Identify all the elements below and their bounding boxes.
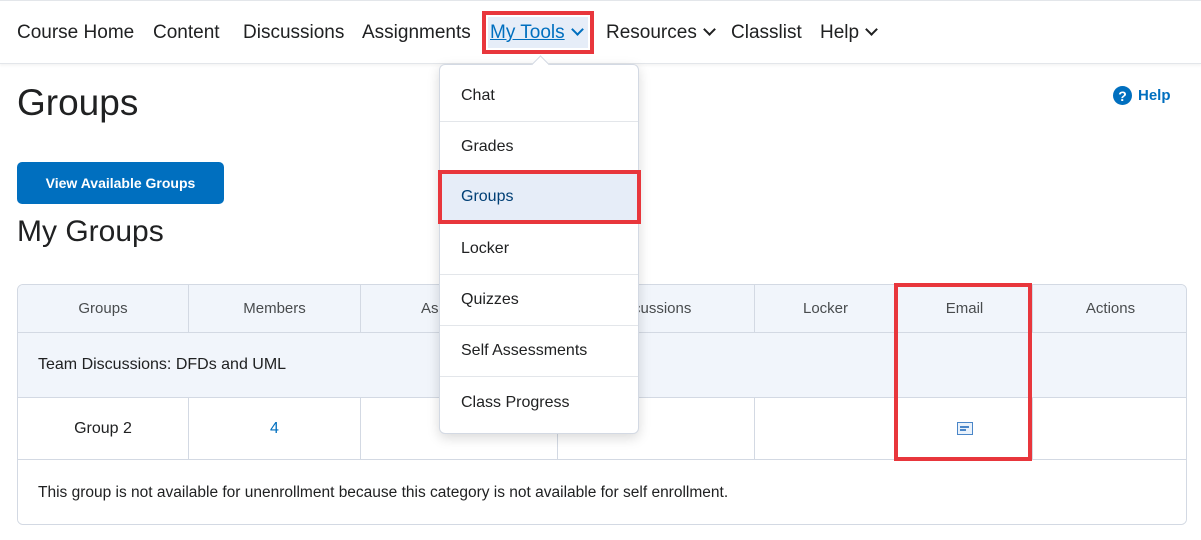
email-cell — [897, 398, 1033, 459]
column-header-email: Email — [897, 285, 1033, 332]
menu-item-locker[interactable]: Locker — [440, 224, 638, 275]
unenrollment-note: This group is not available for unenroll… — [38, 484, 729, 501]
menu-item-groups-label: Groups — [461, 188, 514, 205]
chevron-down-icon — [865, 23, 878, 36]
nav-resources[interactable]: Resources — [606, 22, 716, 44]
view-available-groups-button[interactable]: View Available Groups — [17, 162, 224, 204]
nav-classlist[interactable]: Classlist — [731, 22, 802, 44]
nav-my-tools-text: My Tools — [490, 22, 565, 43]
menu-item-self-assessments[interactable]: Self Assessments — [440, 326, 638, 377]
nav-my-tools-label[interactable]: My Tools — [490, 22, 584, 44]
help-link-label: Help — [1138, 87, 1171, 104]
column-header-groups: Groups — [18, 285, 189, 332]
menu-item-groups[interactable]: Groups — [438, 170, 641, 224]
nav-help-label: Help — [820, 22, 860, 43]
members-cell: 4 — [189, 398, 361, 459]
category-title: Team Discussions: DFDs and UML — [38, 356, 287, 373]
column-header-locker: Locker — [755, 285, 897, 332]
course-navbar: Course Home Content Discussions Assignme… — [0, 0, 1201, 64]
help-circle-icon: ? — [1113, 86, 1132, 105]
nav-discussions[interactable]: Discussions — [243, 22, 344, 44]
nav-help[interactable]: Help — [820, 22, 878, 44]
members-count-link[interactable]: 4 — [270, 420, 279, 438]
menu-item-class-progress[interactable]: Class Progress — [440, 377, 638, 428]
page-title: Groups — [17, 82, 139, 123]
nav-assignments[interactable]: Assignments — [362, 22, 471, 44]
column-header-actions: Actions — [1085, 300, 1136, 317]
my-tools-dropdown-menu: Chat Grades Locker Quizzes Self Assessme… — [439, 64, 639, 434]
email-icon[interactable] — [956, 422, 973, 435]
column-header-members: Members — [189, 285, 361, 332]
nav-my-tools[interactable]: My Tools — [482, 11, 594, 54]
chevron-down-icon — [570, 23, 584, 36]
menu-item-grades[interactable]: Grades — [440, 122, 638, 173]
menu-item-chat[interactable]: Chat — [440, 71, 638, 122]
locker-cell — [755, 398, 897, 459]
nav-resources-label: Resources — [606, 22, 697, 43]
nav-course-home[interactable]: Course Home — [17, 22, 134, 44]
menu-item-quizzes[interactable]: Quizzes — [440, 275, 638, 326]
section-title-my-groups: My Groups — [17, 215, 164, 248]
actions-cell — [1033, 398, 1186, 459]
nav-content[interactable]: Content — [153, 22, 220, 44]
table-note-row: This group is not available for unenroll… — [18, 460, 1186, 524]
help-link[interactable]: ? Help — [1113, 86, 1171, 105]
chevron-down-icon — [702, 23, 716, 36]
group-name-cell: Group 2 — [18, 398, 189, 459]
